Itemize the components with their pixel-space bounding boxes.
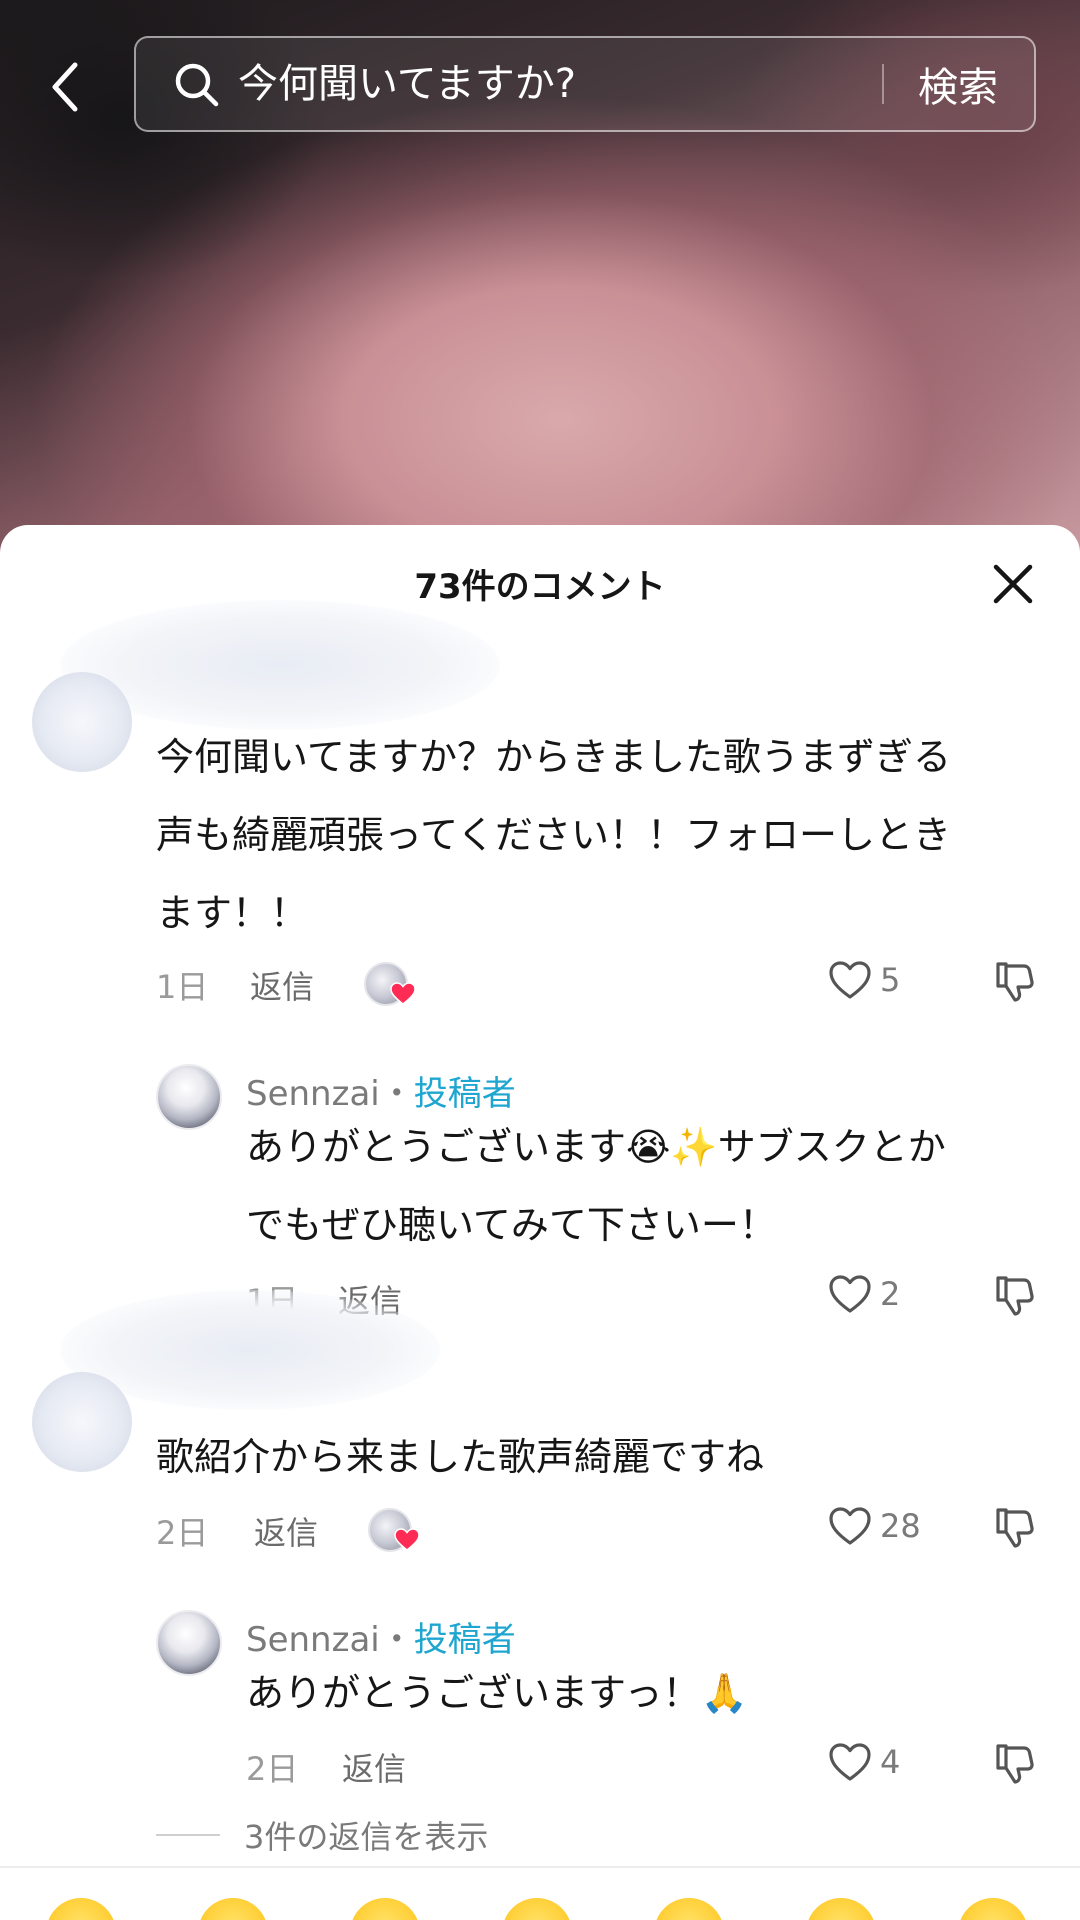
search-input[interactable] <box>238 61 882 107</box>
like-button[interactable]: 2 <box>828 1274 900 1314</box>
comment-text: 声も綺麗頑張ってください！！フォローしとき <box>156 813 951 857</box>
emoji-sweat-icon[interactable] <box>806 1898 876 1920</box>
search-icon <box>175 63 219 107</box>
creator-liked-heart-icon <box>390 982 416 1005</box>
comments-count-title: 73件のコメント <box>414 567 666 607</box>
emoji-blush-icon[interactable] <box>502 1898 572 1920</box>
avatar[interactable] <box>32 1372 132 1472</box>
comment-text: 歌紹介から来ました歌声綺麗ですね <box>156 1435 765 1479</box>
avatar[interactable] <box>156 1064 222 1130</box>
search-divider <box>882 64 884 104</box>
view-more-replies[interactable]: 3件の返信を表示 <box>156 1812 488 1858</box>
dislike-icon[interactable] <box>992 1274 1036 1318</box>
comment-time: 1日 <box>156 968 209 1006</box>
emoji-quick-bar <box>0 1866 1080 1920</box>
heart-outline-icon <box>829 1275 871 1313</box>
comment-text: 今何聞いてますか？からきました歌うまずぎる <box>156 735 951 779</box>
dislike-icon[interactable] <box>992 1506 1036 1550</box>
divider-line <box>156 1834 220 1836</box>
reply-text: でもぜひ聴いてみて下さいー！ <box>246 1203 777 1247</box>
dislike-icon[interactable] <box>992 960 1036 1004</box>
heart-outline-icon <box>829 1743 871 1781</box>
close-icon[interactable] <box>990 561 1036 607</box>
heart-outline-icon <box>829 961 871 999</box>
search-button[interactable]: 検索 <box>918 55 998 113</box>
comment-time: 2日 <box>156 1514 209 1552</box>
reply-button[interactable]: 返信 <box>342 1744 406 1790</box>
like-count: 5 <box>880 961 901 999</box>
dislike-icon[interactable] <box>992 1742 1036 1786</box>
like-button[interactable]: 4 <box>828 1742 900 1782</box>
avatar[interactable] <box>32 672 132 772</box>
comment-text: ます！！ <box>156 891 309 935</box>
avatar[interactable] <box>156 1610 222 1676</box>
view-more-replies-label: 3件の返信を表示 <box>244 1818 489 1856</box>
emoji-love-icon[interactable] <box>198 1898 268 1920</box>
reply-button[interactable]: 返信 <box>254 1508 318 1554</box>
emoji-laugh-icon[interactable] <box>958 1898 1028 1920</box>
back-button[interactable] <box>40 52 90 122</box>
like-button[interactable]: 28 <box>828 1506 921 1546</box>
emoji-happy-icon[interactable] <box>654 1898 724 1920</box>
emoji-grin-icon[interactable] <box>350 1898 420 1920</box>
search-bar[interactable]: 検索 <box>134 36 1036 132</box>
heart-outline-icon <box>829 1507 871 1545</box>
reply-time: 2日 <box>246 1750 299 1788</box>
like-count: 28 <box>880 1507 921 1545</box>
like-button[interactable]: 5 <box>828 960 900 1000</box>
reply-text: ありがとうございますっ！🙏 <box>246 1671 748 1715</box>
reply-text: ありがとうございます😭✨サブスクとか <box>246 1125 946 1169</box>
creator-liked-heart-icon <box>394 1528 420 1551</box>
back-chevron-icon <box>52 62 78 112</box>
emoji-smile-icon[interactable] <box>46 1898 116 1920</box>
reply-button[interactable]: 返信 <box>250 962 314 1008</box>
like-count: 4 <box>880 1743 901 1781</box>
like-count: 2 <box>880 1275 901 1313</box>
